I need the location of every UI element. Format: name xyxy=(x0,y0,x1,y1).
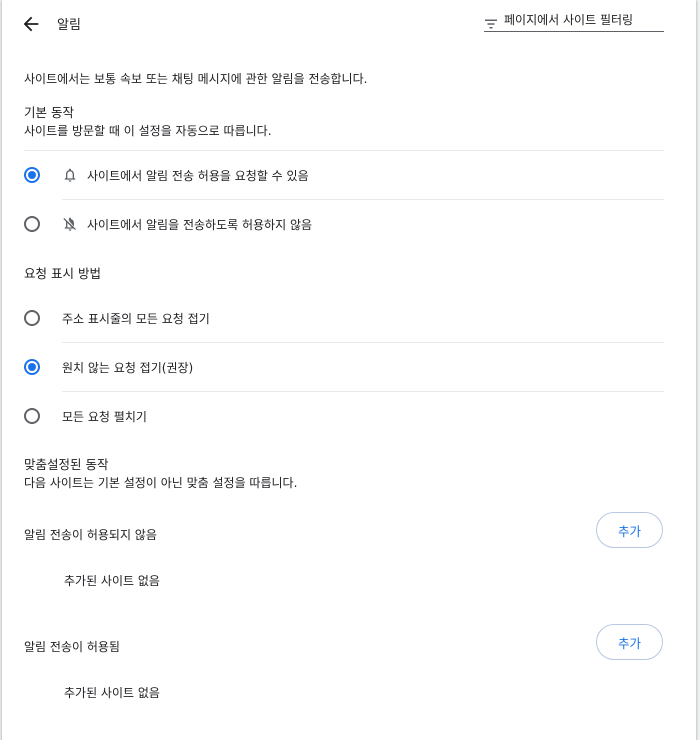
arrow-back-icon xyxy=(20,13,42,35)
option-label: 사이트에서 알림을 전송하도록 허용하지 않음 xyxy=(87,218,313,232)
divider xyxy=(62,391,664,392)
site-filter-input[interactable] xyxy=(504,11,662,29)
blocked-empty-text: 추가된 사이트 없음 xyxy=(64,574,160,588)
radio-collapse-all[interactable] xyxy=(24,310,40,326)
radio-allow-ask[interactable] xyxy=(24,167,40,183)
radio-block[interactable] xyxy=(24,216,40,232)
divider xyxy=(62,342,664,343)
blocked-group-title: 알림 전송이 허용되지 않음 xyxy=(24,528,157,542)
custom-behavior-subtitle: 다음 사이트는 기본 설정이 아닌 맞춤 설정을 따릅니다. xyxy=(24,476,298,490)
divider xyxy=(24,150,664,151)
back-button[interactable] xyxy=(20,13,42,35)
bell-icon xyxy=(62,167,78,183)
request-display-title: 요청 표시 방법 xyxy=(24,266,101,281)
notifications-settings-card: 알림 사이트에서는 보통 속보 또는 채팅 메시지에 관한 알림을 전송합니다.… xyxy=(2,0,696,740)
page-title: 알림 xyxy=(57,18,81,33)
custom-behavior-title: 맞춤설정된 동작 xyxy=(24,457,109,472)
option-label: 주소 표시줄의 모든 요청 접기 xyxy=(62,312,210,326)
page-header: 알림 xyxy=(2,0,696,46)
site-filter-search xyxy=(484,10,664,32)
option-label: 사이트에서 알림 전송 허용을 요청할 수 있음 xyxy=(87,169,309,183)
allowed-empty-text: 추가된 사이트 없음 xyxy=(64,686,160,700)
allowed-group-title: 알림 전송이 허용됨 xyxy=(24,640,120,654)
default-behavior-subtitle: 사이트를 방문할 때 이 설정을 자동으로 따릅니다. xyxy=(24,124,272,138)
bell-off-icon xyxy=(62,216,78,232)
radio-expand-all[interactable] xyxy=(24,408,40,424)
filter-icon xyxy=(484,15,498,29)
add-allowed-site-button[interactable]: 추가 xyxy=(596,624,663,660)
radio-collapse-unwanted[interactable] xyxy=(24,359,40,375)
option-label: 모든 요청 펼치기 xyxy=(62,410,147,424)
page-description: 사이트에서는 보통 속보 또는 채팅 메시지에 관한 알림을 전송합니다. xyxy=(24,72,368,86)
divider xyxy=(62,199,664,200)
add-blocked-site-button[interactable]: 추가 xyxy=(596,512,663,548)
default-behavior-title: 기본 동작 xyxy=(24,105,74,120)
option-label: 원치 않는 요청 접기(권장) xyxy=(62,361,194,375)
